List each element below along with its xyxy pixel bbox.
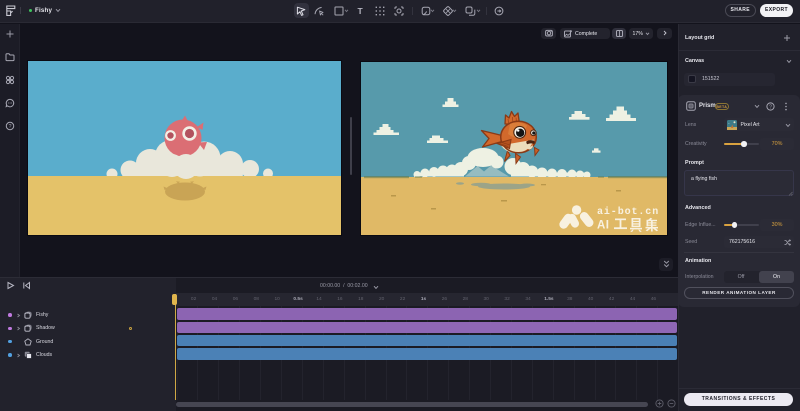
svg-text:?: ? [769, 104, 772, 110]
svg-text:ai-bot.cn: ai-bot.cn [597, 206, 659, 218]
svg-text:?: ? [9, 124, 12, 130]
svg-text:AI: AI [597, 220, 610, 232]
